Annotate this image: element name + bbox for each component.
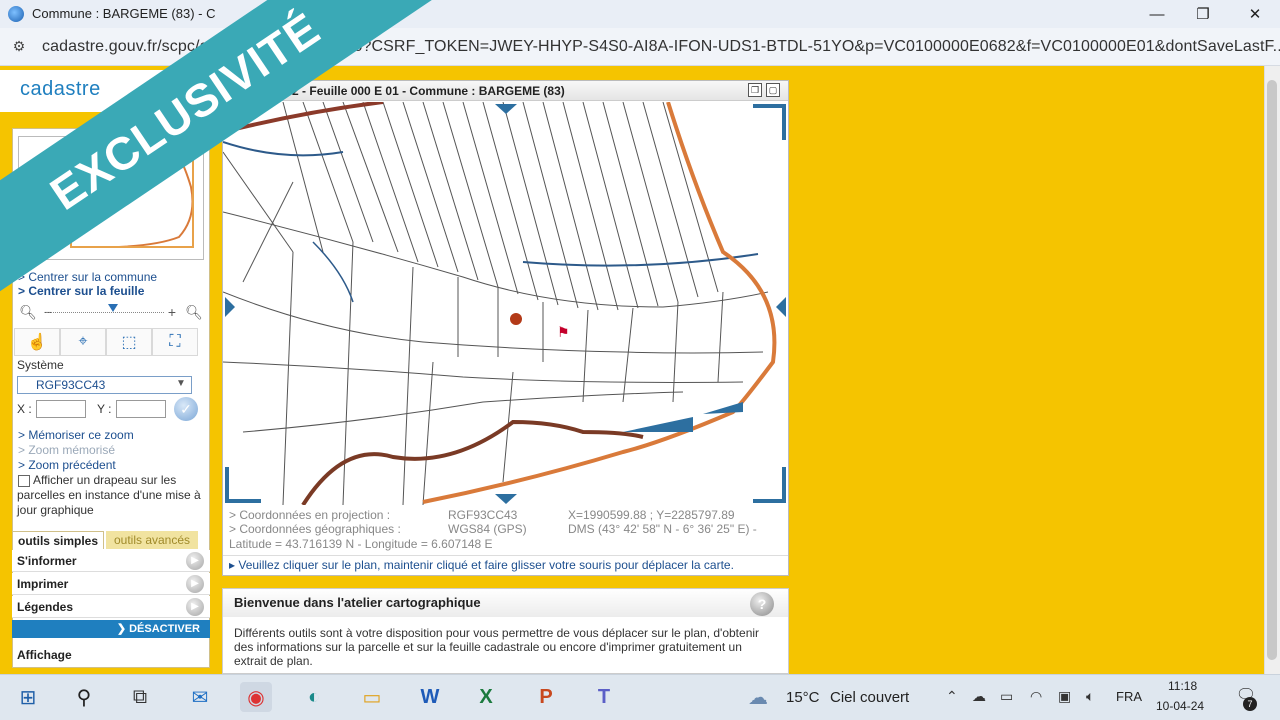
geo-label: > Coordonnées géographiques : bbox=[229, 522, 401, 536]
restore-window-icon[interactable]: ❐ bbox=[748, 83, 762, 97]
y-input[interactable] bbox=[116, 400, 166, 418]
menu-label-legendes[interactable]: Légendes bbox=[17, 600, 73, 614]
task-view-icon[interactable]: ⧉ bbox=[124, 682, 156, 712]
geo-system: WGS84 (GPS) bbox=[448, 522, 527, 536]
y-label: Y : bbox=[97, 402, 112, 416]
zoom-out-icon[interactable]: 🔍︎ bbox=[18, 302, 38, 322]
word-icon[interactable]: W bbox=[414, 682, 446, 712]
affichage-label: Affichage bbox=[17, 648, 72, 662]
zoom-slider-thumb[interactable] bbox=[108, 304, 118, 312]
help-icon[interactable]: ? bbox=[750, 592, 774, 616]
minimize-button[interactable]: — bbox=[1134, 0, 1180, 28]
arrow-right-icon[interactable]: ▶ bbox=[186, 575, 204, 593]
center-commune-link[interactable]: > Centrer sur la commune bbox=[18, 270, 157, 284]
arrow-right-icon[interactable]: ▶ bbox=[186, 598, 204, 616]
tab-advanced-tools[interactable]: outils avancés bbox=[106, 531, 198, 549]
memorize-zoom-link[interactable]: > Mémoriser ce zoom bbox=[18, 428, 134, 442]
full-extent-icon[interactable]: ⛶ bbox=[152, 328, 198, 356]
close-button[interactable]: ✕ bbox=[1232, 0, 1278, 28]
flag-checkbox-label: Afficher un drapeau sur les parcelles en… bbox=[17, 473, 201, 517]
scrollbar-thumb[interactable] bbox=[1267, 80, 1277, 660]
weather-temperature[interactable]: 15°C bbox=[786, 689, 820, 706]
previous-zoom-link[interactable]: > Zoom précédent bbox=[18, 458, 116, 472]
welcome-body: Différents outils sont à votre dispositi… bbox=[234, 626, 760, 668]
tab-simple-tools[interactable]: outils simples bbox=[12, 531, 104, 549]
zoom-box-icon[interactable]: ⬚ bbox=[106, 328, 152, 356]
zoom-in-icon[interactable]: 🔍︎ bbox=[184, 302, 204, 322]
geo-latlon: Latitude = 43.716139 N - Longitude = 6.6… bbox=[229, 537, 493, 551]
volume-icon[interactable]: 🔈︎ bbox=[1086, 688, 1094, 705]
excel-icon[interactable]: X bbox=[470, 682, 502, 712]
cadastral-map: ⚑ bbox=[223, 102, 786, 505]
x-label: X : bbox=[17, 402, 32, 416]
clock-date[interactable]: 10-04-24 bbox=[1156, 699, 1204, 713]
pan-hand-icon[interactable]: ☝ bbox=[14, 328, 60, 356]
security-icon[interactable]: ▣ bbox=[1058, 688, 1071, 705]
map-hint: ▸ Veuillez cliquer sur le plan, mainteni… bbox=[229, 558, 734, 572]
language-indicator[interactable]: FRA bbox=[1116, 689, 1142, 704]
windows-start-icon[interactable]: ⊞ bbox=[12, 682, 44, 712]
flag-checkbox[interactable] bbox=[18, 475, 30, 487]
chevron-right-icon: ❯ bbox=[116, 623, 130, 635]
maximize-window-icon[interactable]: ▢ bbox=[766, 83, 780, 97]
chevron-up-icon[interactable]: ⌃ bbox=[946, 688, 958, 705]
teams-icon[interactable]: T bbox=[588, 682, 620, 712]
tab-title[interactable]: Commune : BARGEME (83) - C bbox=[32, 6, 216, 21]
systeme-label: Système bbox=[17, 358, 64, 372]
x-input[interactable] bbox=[36, 400, 86, 418]
plus-icon[interactable]: + bbox=[162, 302, 182, 322]
site-info-icon[interactable]: ⚙ bbox=[10, 38, 28, 56]
deactivate-label: DÉSACTIVER bbox=[129, 623, 200, 635]
zoom-slider[interactable] bbox=[46, 312, 164, 314]
site-logo[interactable]: cadastre bbox=[20, 78, 101, 101]
projection-values: X=1990599.88 ; Y=2285797.89 bbox=[568, 508, 735, 522]
parcel-marker-icon[interactable] bbox=[344, 318, 362, 336]
wifi-icon[interactable]: ◠ bbox=[1030, 688, 1042, 705]
svg-text:⚑: ⚑ bbox=[557, 325, 570, 341]
file-explorer-icon[interactable]: ▭ bbox=[356, 682, 388, 712]
weather-description[interactable]: Ciel couvert bbox=[830, 689, 909, 706]
cloud-sun-icon[interactable]: ☁ bbox=[748, 685, 768, 710]
menu-label-imprimer[interactable]: Imprimer bbox=[17, 577, 68, 591]
memorized-zoom-link: > Zoom mémorisé bbox=[18, 443, 116, 457]
maximize-button[interactable]: ❐ bbox=[1180, 0, 1226, 28]
powerpoint-icon[interactable]: P bbox=[530, 682, 562, 712]
geo-dms: DMS (43° 42' 58" N - 6° 36' 25" E) - bbox=[568, 522, 757, 536]
edge-icon[interactable]: ◐ bbox=[298, 682, 330, 712]
chrome-icon[interactable]: ◉ bbox=[240, 682, 272, 712]
center-sheet-link[interactable]: > Centrer sur la feuille bbox=[18, 284, 144, 298]
welcome-title: Bienvenue dans l'atelier cartographique bbox=[234, 595, 481, 610]
projection-label: > Coordonnées en projection : bbox=[229, 508, 391, 522]
center-crosshair-icon[interactable]: ⌖ bbox=[60, 328, 106, 356]
outlook-icon[interactable]: ✉ bbox=[184, 682, 216, 712]
chevron-down-icon[interactable]: ▼ bbox=[176, 378, 186, 389]
validate-check-icon[interactable]: ✓ bbox=[174, 397, 198, 421]
clock-time[interactable]: 11:18 bbox=[1168, 679, 1197, 693]
projection-system: RGF93CC43 bbox=[448, 508, 518, 522]
battery-icon[interactable]: ▭ bbox=[1000, 688, 1013, 705]
systeme-select[interactable]: RGF93CC43 bbox=[17, 376, 192, 394]
globe-icon bbox=[8, 6, 24, 22]
deactivate-button[interactable]: ❯ DÉSACTIVER bbox=[12, 620, 210, 638]
menu-label-informer[interactable]: S'informer bbox=[17, 554, 77, 568]
map-canvas[interactable]: ⚑ bbox=[223, 102, 788, 505]
onedrive-cloud-icon[interactable]: ☁ bbox=[972, 688, 986, 705]
arrow-right-icon[interactable]: ▶ bbox=[186, 552, 204, 570]
search-icon[interactable]: ⚲ bbox=[68, 682, 100, 712]
notification-count: 7 bbox=[1243, 697, 1257, 711]
